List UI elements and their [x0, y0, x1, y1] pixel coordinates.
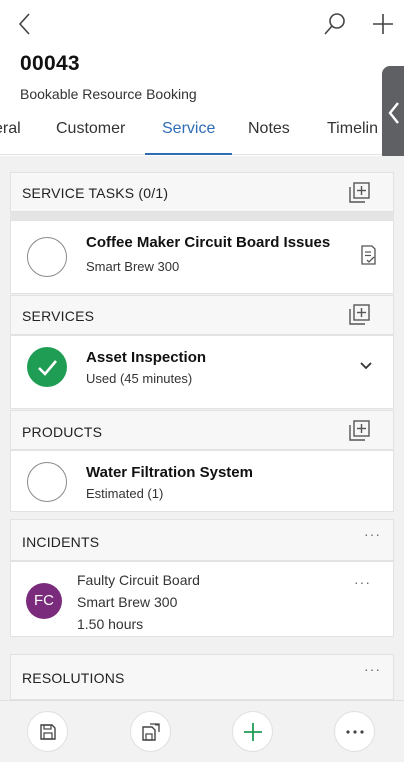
incidents-more-button[interactable]: ··· — [364, 526, 381, 542]
service-status-checkbox[interactable] — [27, 347, 67, 387]
incident-name: Faulty Circuit Board — [77, 572, 200, 588]
incident-duration: 1.50 hours — [77, 616, 144, 632]
incident-row[interactable]: FC Faulty Circuit Board Smart Brew 300 1… — [10, 561, 394, 637]
more-icon — [345, 729, 364, 734]
service-name: Asset Inspection — [86, 349, 207, 366]
tab-customer[interactable]: Customer — [56, 120, 125, 138]
add-record-icon[interactable] — [348, 182, 370, 204]
product-name: Water Filtration System — [86, 464, 253, 481]
resolutions-header: RESOLUTIONS ··· — [10, 654, 394, 700]
service-task-row[interactable]: Coffee Maker Circuit Board Issues Smart … — [10, 220, 394, 294]
products-header: PRODUCTS — [10, 410, 394, 450]
add-button[interactable] — [369, 10, 397, 38]
save-icon — [39, 723, 56, 740]
plus-icon — [243, 722, 262, 741]
task-checklist-icon[interactable] — [359, 245, 377, 265]
tab-bar: eral Customer Service Notes Timelin — [0, 110, 404, 155]
save-and-close-button[interactable] — [130, 711, 171, 752]
tab-notes[interactable]: Notes — [248, 120, 290, 138]
command-bar — [0, 700, 404, 762]
new-button[interactable] — [232, 711, 273, 752]
search-button[interactable] — [322, 10, 348, 38]
form-content[interactable]: SERVICE TASKS (0/1) Coffee Maker Circuit… — [0, 156, 404, 700]
record-title: 00043 — [20, 52, 80, 75]
task-name: Coffee Maker Circuit Board Issues — [86, 234, 331, 251]
top-header: 00043 Bookable Resource Booking eral Cus… — [0, 0, 404, 155]
product-status-checkbox[interactable] — [27, 462, 67, 502]
product-row[interactable]: Water Filtration System Estimated (1) — [10, 450, 394, 512]
tab-service[interactable]: Service — [162, 120, 215, 138]
task-status-checkbox[interactable] — [27, 237, 67, 277]
incident-more-button[interactable]: ··· — [354, 574, 371, 590]
tab-general[interactable]: eral — [0, 120, 21, 138]
section-divider — [10, 212, 394, 220]
task-asset: Smart Brew 300 — [86, 259, 180, 274]
services-header: SERVICES — [10, 295, 394, 335]
add-record-icon[interactable] — [348, 304, 370, 326]
service-tasks-header: SERVICE TASKS (0/1) — [10, 172, 394, 212]
record-subtitle: Bookable Resource Booking — [20, 86, 197, 102]
back-button[interactable] — [12, 10, 40, 38]
section-title: PRODUCTS — [22, 424, 103, 440]
service-usage: Used (45 minutes) — [86, 371, 193, 386]
resolutions-more-button[interactable]: ··· — [364, 661, 381, 677]
add-record-icon[interactable] — [348, 420, 370, 442]
search-icon — [324, 13, 345, 35]
active-tab-indicator — [145, 153, 232, 155]
incidents-header: INCIDENTS ··· — [10, 519, 394, 561]
more-button[interactable] — [334, 711, 375, 752]
save-and-close-icon — [141, 722, 160, 741]
chevron-left-icon — [388, 102, 399, 124]
back-arrow-icon — [18, 13, 30, 35]
plus-icon — [373, 14, 393, 34]
save-button[interactable] — [27, 711, 68, 752]
avatar: FC — [26, 583, 62, 619]
checkmark-icon — [38, 360, 57, 376]
service-row[interactable]: Asset Inspection Used (45 minutes) — [10, 335, 394, 409]
section-title: SERVICES — [22, 308, 95, 324]
chevron-down-icon[interactable] — [359, 361, 373, 371]
product-status: Estimated (1) — [86, 486, 164, 501]
section-title: INCIDENTS — [22, 534, 100, 550]
tab-timeline[interactable]: Timelin — [327, 120, 378, 138]
incident-asset: Smart Brew 300 — [77, 594, 178, 610]
section-title: SERVICE TASKS (0/1) — [22, 185, 169, 201]
section-title: RESOLUTIONS — [22, 670, 125, 686]
side-panel-handle[interactable] — [382, 66, 404, 163]
